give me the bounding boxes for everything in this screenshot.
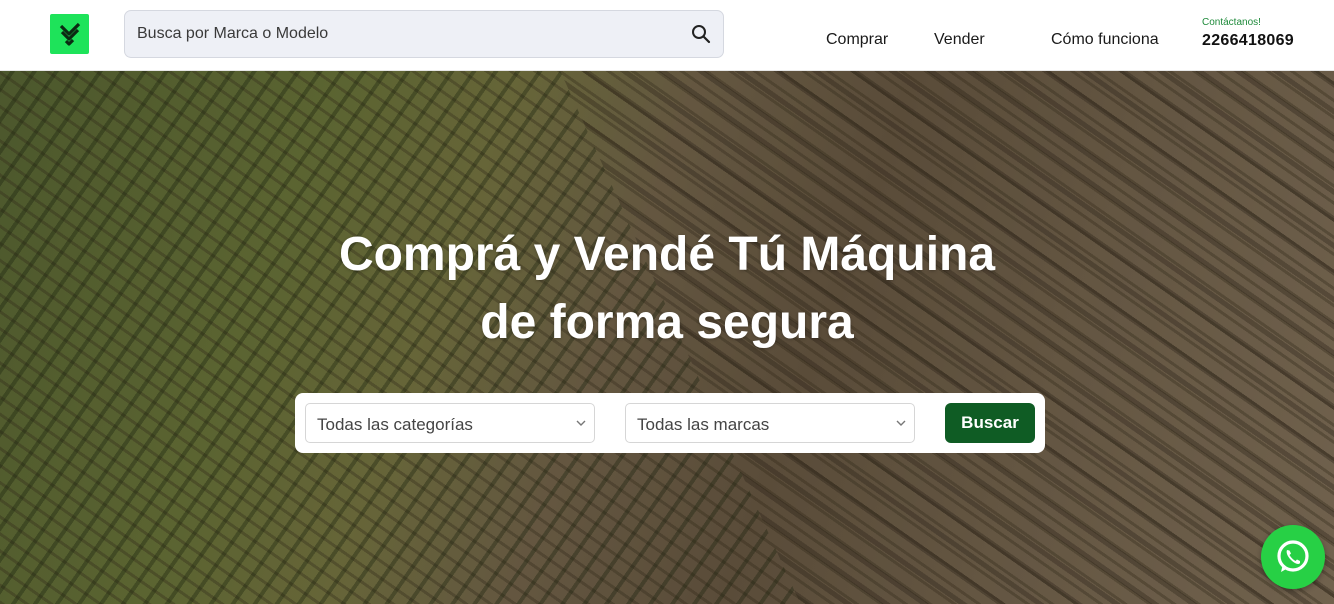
search-button[interactable] [689, 22, 713, 46]
top-header: Comprar Vender Cómo funciona Contáctanos… [0, 0, 1334, 71]
hero-title-line1: Comprá y Vendé Tú Máquina [338, 228, 996, 281]
search-box [124, 10, 724, 58]
chevron-down-icon [896, 420, 906, 426]
filter-panel: Todas las categorías Todas las marcas Bu… [295, 393, 1045, 453]
contact-phone[interactable]: 2266418069 [1202, 32, 1294, 50]
contact-label: Contáctanos! [1202, 17, 1261, 28]
hero-title-line2: de forma segura [480, 296, 854, 349]
buscar-button[interactable]: Buscar [945, 403, 1035, 443]
nav-como-funciona[interactable]: Cómo funciona [1051, 31, 1159, 49]
search-icon [692, 25, 711, 44]
brand-select-value: Todas las marcas [637, 415, 770, 434]
chevron-down-icon [576, 420, 586, 426]
whatsapp-button[interactable] [1261, 525, 1325, 589]
nav-comprar[interactable]: Comprar [826, 31, 888, 49]
nav-vender[interactable]: Vender [934, 31, 985, 49]
brand-select[interactable]: Todas las marcas [625, 403, 915, 443]
search-input[interactable] [125, 11, 685, 57]
brand-logo-icon [59, 22, 80, 46]
hero-section: Comprá y Vendé Tú Máquina de forma segur… [0, 71, 1334, 604]
category-select[interactable]: Todas las categorías [305, 403, 595, 443]
hero-title: Comprá y Vendé Tú Máquina de forma segur… [0, 221, 1334, 357]
category-select-value: Todas las categorías [317, 415, 473, 434]
brand-logo[interactable] [50, 14, 89, 54]
whatsapp-icon [1277, 540, 1309, 572]
